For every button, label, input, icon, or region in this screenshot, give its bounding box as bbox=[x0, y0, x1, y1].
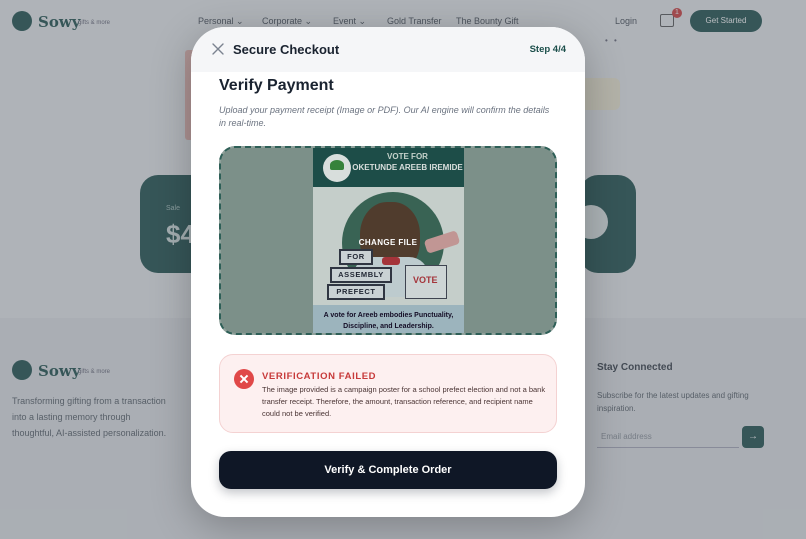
step-indicator: Step 4/4 bbox=[529, 44, 566, 55]
close-icon[interactable] bbox=[210, 41, 226, 57]
section-title: Verify Payment bbox=[219, 77, 334, 94]
error-x-icon bbox=[234, 369, 254, 389]
error-message: The image provided is a campaign poster … bbox=[262, 385, 546, 418]
verification-error-alert: VERIFICATION FAILED The image provided i… bbox=[219, 354, 557, 433]
section-description: Upload your payment receipt (Image or PD… bbox=[219, 105, 550, 128]
change-file-label[interactable]: CHANGE FILE bbox=[221, 238, 555, 247]
modal-header: Secure Checkout Step 4/4 bbox=[191, 27, 585, 72]
receipt-upload-dropzone[interactable]: VOTE FOR OKETUNDE AREEB IREMIDE VOTE FOR… bbox=[219, 146, 557, 335]
checkout-modal: Secure Checkout Step 4/4 Verify Payment … bbox=[191, 27, 585, 517]
modal-title: Secure Checkout bbox=[233, 42, 340, 57]
error-title: VERIFICATION FAILED bbox=[262, 371, 377, 382]
verify-complete-order-button[interactable]: Verify & Complete Order bbox=[219, 451, 557, 489]
